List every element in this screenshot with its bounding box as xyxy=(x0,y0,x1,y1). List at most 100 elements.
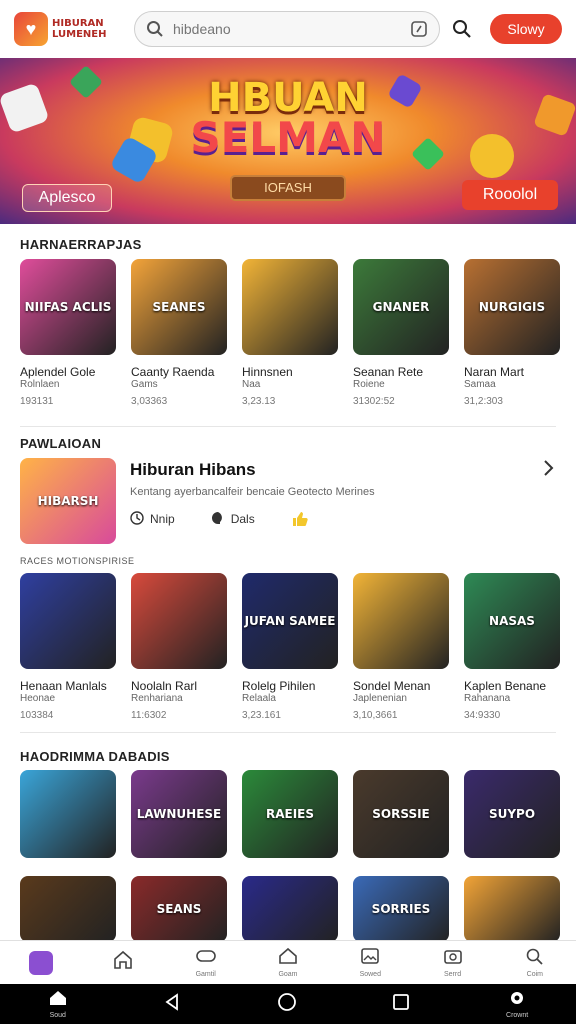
nav-item-games[interactable]: Gamtil xyxy=(182,947,230,978)
game-card[interactable] xyxy=(242,876,338,942)
featured-game[interactable]: HIBARSH Hiburan Hibans Kentang ayerbanca… xyxy=(20,458,556,544)
gear-icon xyxy=(508,989,526,1012)
sys-recents-button[interactable] xyxy=(392,993,410,1016)
signin-button[interactable]: Slowy xyxy=(490,14,562,44)
game-card[interactable]: RAEIES xyxy=(242,770,338,858)
nav-item-photo[interactable]: Sowed xyxy=(346,947,394,978)
thumbnail-label: JUFAN SAMEE xyxy=(244,614,336,628)
thumbnail-label: NIIFAS ACLIS xyxy=(24,300,112,314)
game-subtitle: Renhariana xyxy=(131,693,183,704)
game-card[interactable]: SUYPO xyxy=(464,770,560,858)
house-icon xyxy=(278,947,298,970)
section-title-featured: PAWLAIOAN xyxy=(20,436,102,451)
game-thumbnail: SEANS xyxy=(131,876,227,942)
controller-icon xyxy=(195,947,217,970)
game-card[interactable]: Sondel Menan Japlenenian 3,10,3661 xyxy=(353,573,449,721)
nav-item-home[interactable] xyxy=(99,949,147,976)
sys-home-button[interactable]: Soud xyxy=(48,989,68,1019)
game-card[interactable]: LAWNUHESE xyxy=(131,770,227,858)
thumbnail-label: SORSSIE xyxy=(372,807,430,821)
game-card[interactable]: Noolaln Rarl Renhariana 11:6302 xyxy=(131,573,227,721)
sys-home-circle-button[interactable] xyxy=(277,992,297,1017)
game-card[interactable] xyxy=(20,876,116,942)
hero-banner[interactable]: HBUAN SELMAN IOFASH Aplesco Rooolol xyxy=(0,58,576,224)
featured-thumbnail: HIBARSH xyxy=(20,458,116,544)
chevron-right-icon[interactable] xyxy=(542,458,556,483)
game-subtitle: Naa xyxy=(242,379,261,390)
search-button-icon[interactable] xyxy=(452,19,472,39)
section-title-1: HARNAERRAPJAS xyxy=(20,237,142,252)
search-icon xyxy=(145,19,165,39)
game-row-3: LAWNUHESE RAEIES SORSSIE SUYPO xyxy=(20,770,560,858)
thumbnail-label: SEANES xyxy=(152,300,206,314)
thumbnail-label: SUYPO xyxy=(488,807,536,821)
game-card[interactable]: NURGIGIS Naran Mart Samaa 31,2:303 xyxy=(464,259,560,407)
home-circle-icon xyxy=(277,992,297,1017)
game-thumbnail xyxy=(242,876,338,942)
game-subtitle: Japlenenian xyxy=(353,693,407,704)
game-play-count: 193131 xyxy=(20,396,54,407)
game-thumbnail xyxy=(20,770,116,858)
game-play-count: 11:6302 xyxy=(131,710,167,721)
sys-back-button[interactable] xyxy=(163,992,181,1016)
game-thumbnail: SEANES xyxy=(131,259,227,355)
game-card[interactable]: Henaan Manlals Heonae 103384 xyxy=(20,573,116,721)
nav-item-search[interactable]: Coim xyxy=(511,947,559,978)
game-card[interactable]: SEANES Caanty Raenda Gams 3,03363 xyxy=(131,259,227,407)
logo-mark-icon: ♥ xyxy=(14,12,48,46)
logo-line2: LUMENEH xyxy=(52,29,107,40)
search-bar[interactable] xyxy=(134,11,440,47)
banner-left-button[interactable]: Aplesco xyxy=(22,184,112,212)
thumbnail-label: NASAS xyxy=(489,614,535,628)
sys-settings-button[interactable]: Crownt xyxy=(506,989,528,1019)
game-name: Aplendel Gole xyxy=(20,365,96,379)
thumbnail-label: GNANER xyxy=(372,300,430,314)
nav-item-camera[interactable]: Serrd xyxy=(429,947,477,978)
game-thumbnail: NIIFAS ACLIS xyxy=(20,259,116,355)
nav-item-app[interactable] xyxy=(17,950,65,975)
game-subtitle: Relaala xyxy=(242,693,276,704)
game-card[interactable]: JUFAN SAMEE Rolelg Pihilen Relaala 3,23.161 xyxy=(242,573,338,721)
game-thumbnail: LAWNUHESE xyxy=(131,770,227,858)
game-card[interactable]: NIIFAS ACLIS Aplendel Gole Rolnlaen 193131 xyxy=(20,259,116,407)
game-thumbnail: SORRIES xyxy=(353,876,449,942)
section-title-3: HAODRIMMA DABADIS xyxy=(20,749,170,764)
game-thumbnail: NASAS xyxy=(464,573,560,669)
game-play-count: 3,23.13 xyxy=(242,396,276,407)
game-subtitle: Gams xyxy=(131,379,158,390)
app-logo[interactable]: ♥ HIBURAN LUMENEH xyxy=(14,12,110,46)
search-icon xyxy=(525,947,545,970)
game-card[interactable]: SEANS xyxy=(131,876,227,942)
search-input[interactable] xyxy=(171,20,409,38)
game-card[interactable]: SORRIES xyxy=(353,876,449,942)
banner-right-button[interactable]: Rooolol xyxy=(462,180,558,210)
game-subtitle: Samaa xyxy=(464,379,496,390)
mic-icon[interactable] xyxy=(409,19,429,39)
featured-meta1: Nnip xyxy=(150,512,175,526)
game-card[interactable] xyxy=(20,770,116,858)
game-thumbnail: NURGIGIS xyxy=(464,259,560,355)
game-thumbnail xyxy=(131,573,227,669)
game-subtitle: Roiene xyxy=(353,379,385,390)
thumbnail-label: RAEIES xyxy=(265,807,315,821)
game-card[interactable]: Hinnsnen Naa 3,23.13 xyxy=(242,259,338,407)
nav-item-house[interactable]: Goam xyxy=(264,947,312,978)
chat-icon xyxy=(211,511,225,528)
thumbnail-label: NURGIGIS xyxy=(478,300,546,314)
home-icon xyxy=(112,949,134,976)
game-play-count: 31302:52 xyxy=(353,396,395,407)
game-card[interactable]: SORSSIE xyxy=(353,770,449,858)
thumbs-up-icon[interactable] xyxy=(291,510,309,528)
section-label-2: RACES MOTIONSPIRISE xyxy=(20,556,135,566)
game-thumbnail: GNANER xyxy=(353,259,449,355)
logo-line1: HIBURAN xyxy=(52,18,104,29)
game-card[interactable] xyxy=(464,876,560,942)
game-name: Hinnsnen xyxy=(242,365,293,379)
featured-title: Hiburan Hibans xyxy=(130,460,256,479)
game-subtitle: Heonae xyxy=(20,693,56,704)
game-play-count: 3,23.161 xyxy=(242,710,281,721)
game-card[interactable]: GNANER Seanan Rete Roiene 31302:52 xyxy=(353,259,449,407)
game-card[interactable]: NASAS Kaplen Benane Rahanana 34:9330 xyxy=(464,573,560,721)
game-subtitle: Rahanana xyxy=(464,693,511,704)
game-name: Sondel Menan xyxy=(353,679,431,693)
